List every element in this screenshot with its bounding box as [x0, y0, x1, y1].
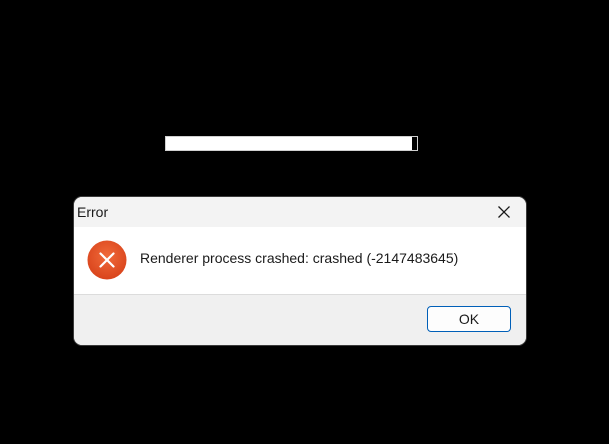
screen: Error Renderer process crashed: crashed …: [0, 0, 609, 444]
dialog-title: Error: [77, 204, 109, 220]
progress-bar: [165, 136, 418, 151]
close-icon: [498, 206, 510, 218]
dialog-content: Renderer process crashed: crashed (-2147…: [74, 227, 526, 294]
close-button[interactable]: [482, 197, 526, 227]
progress-bar-fill: [166, 137, 412, 150]
error-message: Renderer process crashed: crashed (-2147…: [140, 250, 459, 266]
dialog-footer: OK: [74, 294, 526, 345]
error-dialog: Error Renderer process crashed: crashed …: [74, 197, 526, 345]
dialog-titlebar[interactable]: Error: [74, 197, 526, 227]
error-icon: [87, 240, 127, 280]
ok-button[interactable]: OK: [427, 306, 511, 332]
